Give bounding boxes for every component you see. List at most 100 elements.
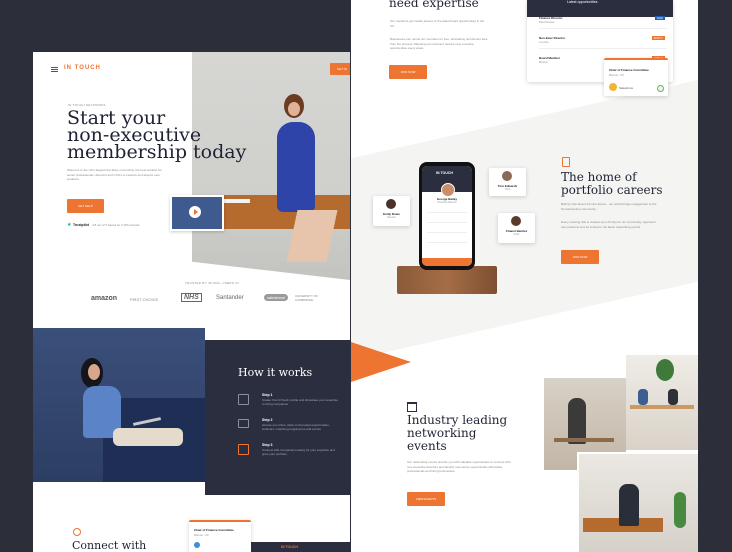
photo-table (554, 438, 614, 442)
phone-cta-bar[interactable] (422, 258, 472, 266)
phone-list-line (427, 222, 467, 223)
left-page: IN TOUCH GET IN IN TOUCH NETWORKS Start … (33, 52, 350, 552)
woman-legs (113, 428, 183, 446)
expertise-join-button[interactable]: JOIN NOW (389, 65, 427, 79)
popup-item: Salesforce (619, 86, 634, 90)
hero-notebook (222, 199, 250, 203)
orange-arrow-shape (351, 342, 411, 382)
clipboard-icon (562, 157, 570, 167)
profile-bubble[interactable]: Chanel Benitez Chair (498, 213, 535, 243)
popup-avatar (609, 83, 617, 91)
mini-card-title: Chair of Finance Committee (194, 528, 234, 532)
photo-plant (656, 359, 674, 381)
logo-nhs: NHS (181, 293, 202, 302)
dashboard-row-tag[interactable]: APPLY (651, 36, 665, 40)
phone-screen: IN TOUCH George Bailey Financial Directo… (422, 166, 472, 266)
logo-first-choice: FIRST CHOICE (130, 297, 159, 302)
step-3-text: Connect with companies looking for your … (262, 448, 335, 456)
profile-bubble[interactable]: Tom Edwards CFO (489, 168, 526, 196)
play-icon[interactable] (189, 206, 201, 218)
portfolio-join-button[interactable]: JOIN NOW (561, 250, 599, 264)
video-thumbnail[interactable] (170, 195, 224, 231)
menu-icon[interactable] (51, 67, 58, 72)
photo-person (619, 484, 639, 526)
expertise-body-2: Businesses can recruit our members for f… (390, 37, 488, 50)
photo-table (630, 405, 694, 409)
step-2-title: Step 2 (262, 418, 273, 422)
step-1-text: Create Your InTouch profile and showcase… (262, 398, 338, 406)
bubble-avatar (386, 199, 396, 209)
portfolio-title-line-2: portfolio careers (561, 183, 663, 197)
portfolio-title: The home of portfolio careers (561, 171, 663, 197)
dashboard-header: Latest opportunities (527, 0, 673, 17)
dashboard-row[interactable]: Finance Director Manchester NHS (539, 16, 667, 29)
phone-list-line (427, 232, 467, 233)
view-events-button[interactable]: VIEW EVENTS (407, 492, 445, 506)
expertise-body-1: Our members get instant access to the la… (390, 19, 485, 28)
mini-card-sub: Belvoir, UK (194, 533, 209, 537)
logo-cambridge: UNIVERSITY OF CAMBRIDGE (295, 294, 318, 302)
hero-person-body (277, 122, 315, 212)
phone-avatar (441, 183, 455, 197)
logo-salesforce: salesforce (264, 294, 289, 301)
bubble-avatar (502, 171, 512, 181)
screen-icon (238, 419, 249, 428)
connect-title: Connect with (72, 539, 147, 552)
step-3-title: Step 3 (262, 443, 273, 447)
trustpilot-brand: Trustpilot (73, 223, 89, 227)
dashboard-header-title: Latest opportunities (567, 0, 598, 4)
popup-sub: Belvoir, UK (609, 73, 624, 77)
phone-device: IN TOUCH George Bailey Financial Directo… (419, 162, 475, 270)
step-2-text: Access our online, listen to the latest … (262, 423, 330, 431)
dashboard-row-sub: Manchester (539, 20, 555, 24)
bubble-avatar (511, 216, 521, 226)
profile-bubble[interactable]: Emily Rowe Director (373, 196, 410, 226)
bubble-role: Director (387, 216, 396, 219)
phone-list-line (427, 242, 467, 243)
phone-brand: IN TOUCH (436, 171, 453, 175)
mini-opportunity-card[interactable]: Chair of Finance Committee Belvoir, UK (189, 520, 251, 552)
search-icon (73, 528, 81, 536)
how-it-works-title: How it works (238, 366, 313, 379)
header-get-in-button[interactable]: GET IN (330, 63, 350, 75)
bubble-role: CFO (504, 188, 511, 191)
mini-app-bar: IN TOUCH (251, 542, 350, 552)
step-2: Step 2 Access our online, listen to the … (238, 418, 348, 438)
dashboard-row-sub: London (539, 40, 550, 44)
phone-list-line (427, 212, 467, 213)
mini-card-avatar (194, 542, 200, 548)
trustpilot-star-icon: ★ (67, 222, 72, 228)
connect-icon (238, 444, 249, 455)
photo-person (638, 389, 648, 405)
step-3: Step 3 Connect with companies looking fo… (238, 443, 348, 463)
step-1-title: Step 1 (262, 393, 273, 397)
hero-photo (192, 52, 350, 280)
mini-app-brand: IN TOUCH (281, 545, 298, 549)
events-title: Industry leading networking events (407, 414, 507, 453)
hero-title-line-3: membership today (67, 141, 247, 163)
dashboard-row[interactable]: Non-Exec Director London APPLY (539, 36, 667, 49)
events-title-line-3: events (407, 439, 447, 453)
phone-stand (397, 266, 497, 294)
hero-get-help-button[interactable]: GET HELP (67, 199, 104, 213)
trustpilot-rating: 4.8 out of 5 based on 2,784 reviews (92, 223, 140, 227)
popup-check-icon (657, 85, 664, 92)
events-body: Our networking events provide you with v… (407, 460, 511, 473)
logo-amazon: amazon (91, 295, 118, 302)
trusted-by-label: TRUSTED BY 30,000+ USERS IN (185, 281, 239, 285)
calendar-icon (407, 402, 417, 412)
hero-body: Welcome to the UK's largest Non-Exec com… (67, 168, 162, 181)
event-photo-man (577, 452, 698, 552)
right-page: need expertise Our members get instant a… (351, 0, 698, 552)
finance-popup-card[interactable]: Chair of Finance Committee Belvoir, UK S… (604, 58, 668, 96)
portfolio-body-1: Built by Non-Execs for Non-Execs - our p… (561, 202, 657, 211)
logo-santander: Santander (216, 295, 244, 301)
profile-icon (238, 394, 249, 405)
dashboard-row-tag[interactable]: NHS (654, 16, 665, 20)
photo-person (668, 389, 678, 405)
woman-laptop-photo (33, 328, 205, 482)
popup-title: Chair of Finance Committee (609, 68, 649, 72)
expertise-title: need expertise (389, 0, 479, 10)
brand-logo[interactable]: IN TOUCH (64, 65, 101, 71)
hero-title: Start your non-executive membership toda… (67, 109, 247, 163)
